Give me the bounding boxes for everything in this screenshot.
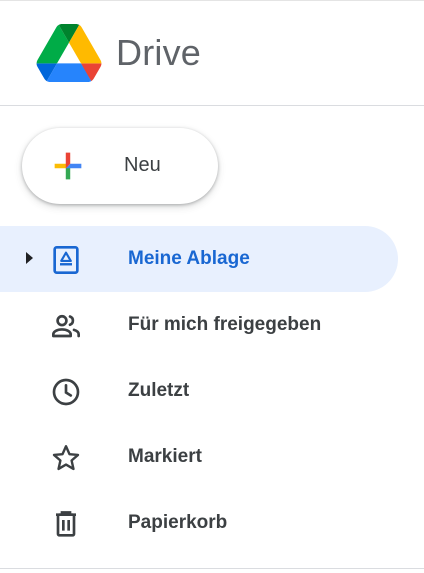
plus-icon bbox=[54, 152, 82, 180]
sidebar-item-starred[interactable]: Markiert bbox=[0, 424, 398, 490]
drive-logo-icon[interactable] bbox=[36, 24, 102, 82]
sidebar-item-label: Meine Ablage bbox=[128, 248, 250, 269]
sidebar-divider bbox=[0, 568, 424, 569]
sidebar-item-my-drive[interactable]: Meine Ablage bbox=[0, 226, 398, 292]
sidebar-item-shared-with-me[interactable]: Für mich freigegeben bbox=[0, 292, 398, 358]
sidebar-item-label: Zuletzt bbox=[128, 380, 190, 401]
clock-icon bbox=[52, 378, 80, 406]
sidebar-item-label: Papierkorb bbox=[128, 512, 228, 533]
sidebar-item-trash[interactable]: Papierkorb bbox=[0, 490, 398, 556]
new-button-label: Neu bbox=[124, 154, 161, 176]
sidebar-item-label: Für mich freigegeben bbox=[128, 314, 322, 335]
new-button[interactable]: Neu bbox=[22, 128, 218, 204]
shared-with-me-icon bbox=[52, 314, 80, 338]
app-title: Drive bbox=[116, 32, 202, 73]
trash-icon bbox=[56, 511, 76, 537]
my-drive-icon bbox=[53, 246, 79, 274]
expand-arrow-icon[interactable] bbox=[26, 252, 33, 264]
sidebar-item-label: Markiert bbox=[128, 446, 202, 467]
star-icon bbox=[52, 445, 80, 471]
app-header: Drive bbox=[0, 0, 424, 106]
sidebar-item-recent[interactable]: Zuletzt bbox=[0, 358, 398, 424]
